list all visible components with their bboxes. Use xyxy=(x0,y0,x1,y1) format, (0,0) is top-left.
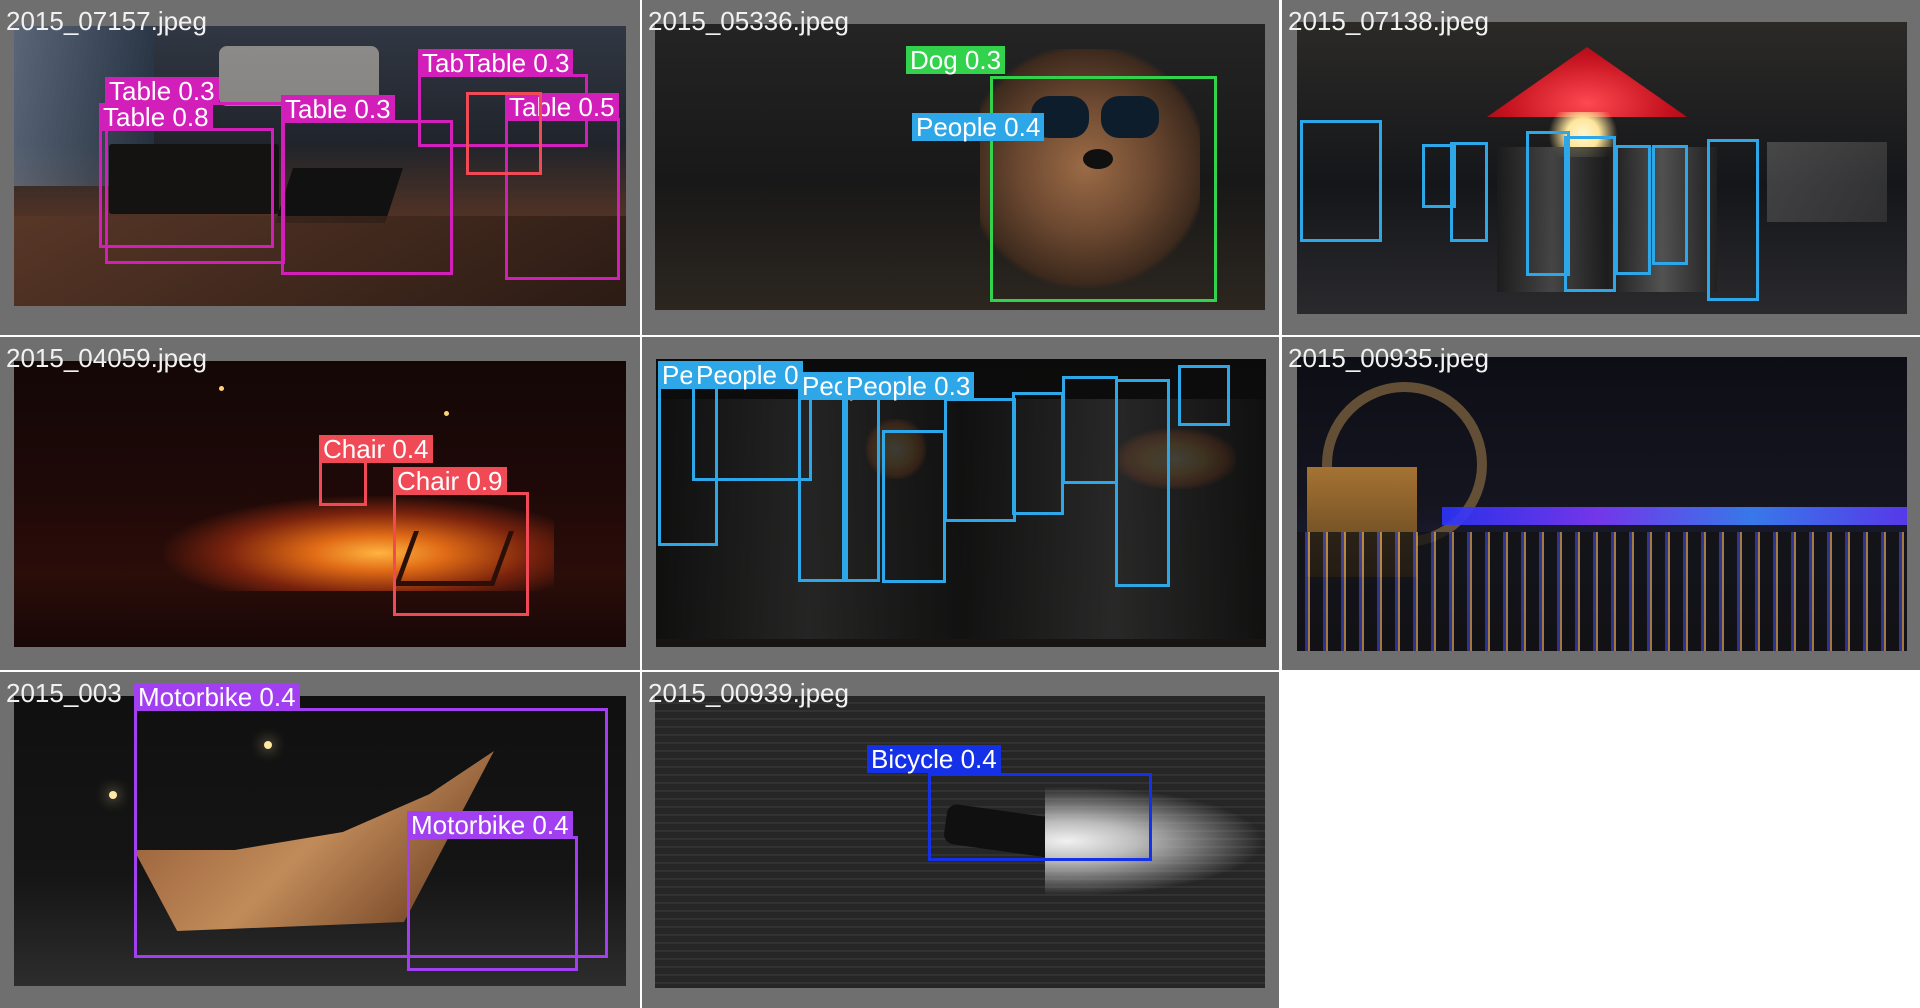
detection-box-people-8 xyxy=(1707,139,1759,301)
detection-label: Bicycle 0.4 xyxy=(867,745,1001,773)
umbrella-canopy xyxy=(1487,47,1687,117)
detection-box-people-9 xyxy=(1115,379,1170,587)
detection-label: People 0.4 xyxy=(912,113,1045,141)
light-pole-left xyxy=(109,791,117,799)
detection-box-people-8 xyxy=(1062,376,1118,484)
image-filename-3: 2015_07138.jpeg xyxy=(1288,6,1489,36)
detection-label: Table 0.3 xyxy=(281,95,395,123)
detection-box-people-4: People 0.3 xyxy=(842,372,975,582)
street-lamp-2 xyxy=(444,411,449,416)
detection-label: People 0.3 xyxy=(842,372,975,400)
detection-box-people-10 xyxy=(1178,365,1230,426)
result-tile-7: 2015_003 Motorbike 0.4 Motorbike 0.4 xyxy=(0,672,640,1008)
result-image-6 xyxy=(1297,357,1907,651)
image-filename-6: 2015_00935.jpeg xyxy=(1288,343,1489,373)
detection-box-chair-2: Chair 0.9 xyxy=(393,467,529,616)
result-tile-5: Pe People 0 Peop People 0.3 xyxy=(642,337,1279,670)
result-tile-8: 2015_00939.jpeg Bicycle 0.4 xyxy=(642,672,1279,1008)
result-tile-4: 2015_04059.jpeg Chair 0.4 Chair 0.9 xyxy=(0,337,640,670)
image-filename-2: 2015_05336.jpeg xyxy=(648,6,849,36)
tower-structure xyxy=(1307,467,1417,577)
detection-box-people-5 xyxy=(882,430,946,583)
detection-box-people-6 xyxy=(944,398,1016,522)
image-filename-8: 2015_00939.jpeg xyxy=(648,678,849,708)
detection-box-people-2: People 0 xyxy=(692,361,812,481)
detection-box-people-5 xyxy=(1564,136,1616,292)
detection-label: Dog 0.3 xyxy=(906,46,1006,74)
wall-graffiti xyxy=(1767,142,1887,222)
detection-box-bicycle-1: Bicycle 0.4 xyxy=(867,745,1152,861)
detection-box-table-2: Table 0.8 xyxy=(99,103,274,248)
detection-box-people-1: People 0.4 xyxy=(912,113,1045,141)
detection-box-people-7 xyxy=(1652,145,1688,265)
detection-box-motorbike-2: Motorbike 0.4 xyxy=(407,811,578,971)
detection-box-people-3 xyxy=(1450,142,1488,242)
detection-box-table-6 xyxy=(466,92,542,175)
detection-label: Motorbike 0.4 xyxy=(134,683,300,711)
detection-box-chair-1: Chair 0.4 xyxy=(319,435,433,506)
result-tile-6: 2015_00935.jpeg xyxy=(1282,337,1920,670)
image-filename-4: 2015_04059.jpeg xyxy=(6,343,207,373)
detection-label: Chair 0.9 xyxy=(393,467,507,495)
detection-label: Table 0.8 xyxy=(99,103,213,131)
detection-label: Motorbike 0.4 xyxy=(407,811,573,839)
detection-results-grid: 2015_07157.jpeg Table 0.3 Table 0.8 Tabl… xyxy=(0,0,1920,1008)
detection-box-people-3: Peop xyxy=(798,372,867,582)
water-reflection xyxy=(1297,532,1907,651)
water-wheel xyxy=(1322,382,1487,547)
street-lamp-1 xyxy=(219,386,224,391)
detection-label: TabTable 0.3 xyxy=(418,49,574,77)
blue-shore-lights xyxy=(1442,507,1907,525)
result-tile-3: 2015_07138.jpeg xyxy=(1282,0,1920,335)
detection-label: People 0 xyxy=(692,361,803,389)
detection-label: Table 0.3 xyxy=(105,77,219,105)
detection-box-people-1 xyxy=(1300,120,1382,242)
detection-label: Chair 0.4 xyxy=(319,435,433,463)
detection-box-people-7 xyxy=(1012,392,1064,515)
image-filename-1: 2015_07157.jpeg xyxy=(6,6,207,36)
result-tile-2: 2015_05336.jpeg Dog 0.3 People 0.4 xyxy=(642,0,1279,335)
detection-box-people-6 xyxy=(1615,145,1651,275)
image-filename-7: 2015_003 xyxy=(6,678,122,708)
detection-box-dog-1: Dog 0.3 xyxy=(906,46,1217,302)
result-tile-1: 2015_07157.jpeg Table 0.3 Table 0.8 Tabl… xyxy=(0,0,640,335)
